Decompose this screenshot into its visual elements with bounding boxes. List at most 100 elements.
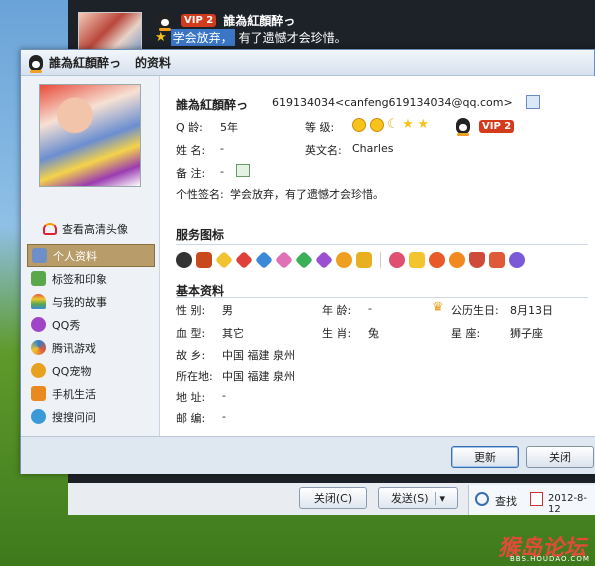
level-label: 等 级: [305, 121, 335, 134]
crown-icon: ♛ [432, 300, 444, 315]
red-diamond-icon[interactable] [234, 250, 254, 270]
chat-send-button[interactable]: 发送(S) ▾ [378, 487, 458, 509]
vip-badge: VIP 2 [181, 14, 217, 27]
location-label: 所在地: [176, 370, 213, 383]
orange-circle-icon[interactable] [449, 252, 465, 268]
birthday-value: 8月13日 [510, 304, 553, 317]
sidebar-item-label: 腾讯游戏 [52, 341, 96, 355]
profile-nickname: 誰為紅顏醉っ [176, 98, 249, 112]
pink-diamond-icon[interactable] [274, 250, 294, 270]
yellow-diamond-icon[interactable] [214, 250, 234, 270]
soso-icon [31, 409, 46, 424]
contact-card-icon[interactable] [526, 95, 540, 109]
sidebar-item-games[interactable]: 腾讯游戏 [27, 336, 155, 359]
tag-icon [31, 271, 46, 286]
qq-penguin-icon [29, 54, 43, 73]
home-icon[interactable] [489, 252, 505, 268]
address-label: 地 址: [176, 391, 206, 404]
date-label: 2012-8-12 [548, 493, 588, 515]
profile-vip: VIP 2 [456, 118, 515, 136]
dialog-title-suffix: 的资料 [135, 56, 172, 70]
star-icon: ★ [402, 117, 414, 132]
zodiac-label: 生 肖: [322, 327, 352, 340]
signature-rest: 有了遗憾才会珍惜。 [238, 31, 347, 45]
mobile-icon [31, 386, 46, 401]
dialog-title-name: 誰為紅顏醉っ [49, 56, 122, 70]
sun-icon [352, 118, 366, 132]
sun-icon [369, 118, 384, 132]
sidebar-item-soso[interactable]: 搜搜问问 [27, 405, 155, 428]
signature-selected: 学会放弃， [170, 29, 235, 46]
level-icons: ☾ ★ ★ [352, 117, 429, 132]
sidebar-item-label: 个人资料 [53, 249, 97, 263]
service-divider [380, 252, 381, 268]
hometown-label: 故 乡: [176, 349, 206, 362]
sidebar-item-qqshow[interactable]: QQ秀 [27, 313, 155, 336]
section-divider [176, 244, 588, 245]
rainbow-icon [31, 294, 46, 309]
heart-icon[interactable] [389, 252, 405, 268]
q-age-value: 5年 [220, 121, 238, 134]
zip-value: - [222, 410, 226, 423]
watermark-url: BBS.HOUDAO.COM [510, 555, 590, 563]
name-value: - [220, 142, 224, 155]
zodiac-value: 兔 [368, 327, 379, 340]
sidebar-item-story[interactable]: 与我的故事 [27, 290, 155, 313]
sidebar-item-label: 手机生活 [52, 387, 96, 401]
age-value: - [368, 302, 372, 315]
remark-value: - [220, 165, 224, 178]
sidebar-nav: 个人资料 标签和印象 与我的故事 QQ秀 腾讯游戏 QQ宠物 手机生活 搜搜问问 [27, 244, 155, 428]
hometown-value: 中国 福建 泉州 [222, 349, 295, 362]
qq-space-icon[interactable] [429, 252, 445, 268]
background-vip: VIP 2 誰為紅顏醉っ [158, 12, 295, 31]
qqshow-icon [31, 317, 46, 332]
shield-icon[interactable] [469, 252, 485, 268]
sidebar-item-label: QQ宠物 [52, 364, 92, 378]
star-icon: ★ [155, 30, 167, 45]
profile-dialog: 誰為紅顏醉っ 的资料 查看高清头像 个人资料 标签和印象 与我的故事 QQ秀 腾… [20, 49, 595, 474]
background-signature: ★ 学会放弃， 有了遗憾才会珍惜。 [155, 29, 347, 46]
sidebar-item-label: QQ秀 [52, 318, 81, 332]
english-name-label: 英文名: [305, 144, 342, 157]
sidebar-item-mobile[interactable]: 手机生活 [27, 382, 155, 405]
blue-diamond-icon[interactable] [254, 250, 274, 270]
star-badge-icon[interactable] [409, 252, 425, 268]
dialog-titlebar[interactable]: 誰為紅顏醉っ 的资料 [21, 50, 594, 76]
game-icon [31, 340, 46, 355]
purple-diamond-icon[interactable] [314, 250, 334, 270]
blood-type-label: 血 型: [176, 327, 206, 340]
blood-type-value: 其它 [222, 327, 244, 340]
music-icon[interactable] [336, 252, 352, 268]
update-button[interactable]: 更新 [451, 446, 519, 468]
view-hd-avatar-link[interactable]: 查看高清头像 [43, 221, 128, 237]
sidebar-item-pet[interactable]: QQ宠物 [27, 359, 155, 382]
book-icon[interactable] [356, 252, 372, 268]
green-diamond-icon[interactable] [294, 250, 314, 270]
profile-sidebar: 查看高清头像 个人资料 标签和印象 与我的故事 QQ秀 腾讯游戏 QQ宠物 手机… [21, 76, 159, 436]
calendar-icon[interactable] [530, 492, 543, 506]
find-label[interactable]: 查找 [495, 493, 517, 509]
sidebar-item-personal-info[interactable]: 个人资料 [27, 244, 155, 267]
edit-remark-icon[interactable] [236, 164, 250, 177]
service-icons-row [176, 250, 525, 270]
chevron-down-icon[interactable]: ▾ [434, 491, 445, 505]
qq-number-email: 619134034<canfeng619134034@qq.com> [272, 96, 513, 109]
english-name-value: Charles [352, 142, 394, 155]
sidebar-item-label: 与我的故事 [52, 295, 107, 309]
constellation-value: 狮子座 [510, 327, 543, 340]
qq-penguin-icon[interactable] [176, 252, 192, 268]
search-icon[interactable] [475, 492, 489, 506]
gender-value: 男 [222, 304, 233, 317]
profile-content: 誰為紅顏醉っ 619134034<canfeng619134034@qq.com… [159, 76, 595, 436]
birthday-label: 公历生日: [451, 304, 499, 317]
sidebar-item-tags[interactable]: 标签和印象 [27, 267, 155, 290]
section-divider [176, 297, 588, 298]
zip-label: 邮 编: [176, 412, 206, 425]
gender-label: 性 别: [176, 304, 206, 317]
avatar[interactable] [39, 84, 141, 187]
chat-close-button[interactable]: 关闭(C) [299, 487, 367, 509]
butterfly-icon[interactable] [509, 252, 525, 268]
remark-label: 备 注: [176, 167, 206, 180]
qq-show-icon[interactable] [196, 252, 212, 268]
close-button[interactable]: 关闭 [526, 446, 594, 468]
